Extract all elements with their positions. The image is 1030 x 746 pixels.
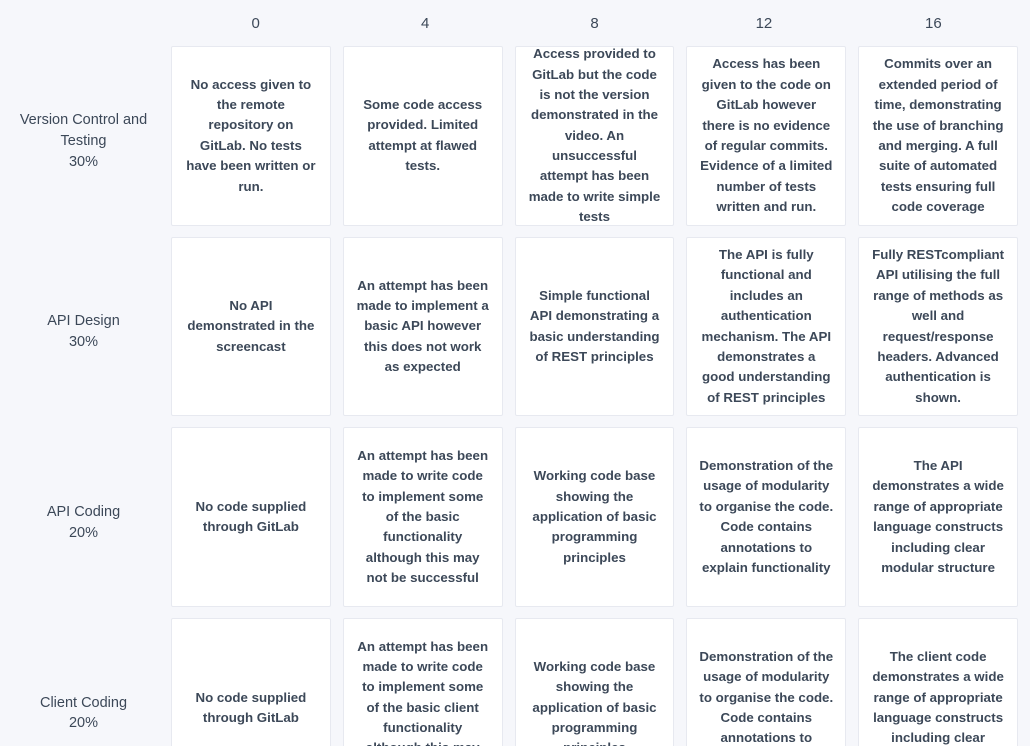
criterion-weight: 30%: [68, 153, 99, 170]
rubric-cell[interactable]: Simple functional API demonstrating a ba…: [514, 236, 675, 417]
rubric-cell[interactable]: Fully RESTcompliant API utilising the fu…: [858, 236, 1018, 417]
rubric-cell-text: Fully RESTcompliant API utilising the fu…: [872, 247, 1005, 405]
rubric-cell-text: Demonstration of the usage of modularity…: [699, 458, 834, 575]
rubric-row-api-design: API Design 30% No API demonstrated in th…: [0, 236, 1030, 428]
rubric-cell-text: The API is fully functional and includes…: [701, 247, 832, 405]
rubric-cell-text: No code supplied through GitLab: [195, 498, 307, 535]
rubric-header-row: 0 4 8 12 16: [0, 0, 1030, 46]
rubric-cell[interactable]: The client code demonstrates a wide rang…: [858, 618, 1018, 746]
rubric-cell[interactable]: An attempt has been made to write code t…: [342, 618, 503, 746]
rubric-cell[interactable]: No access given to the remote repository…: [171, 46, 331, 226]
criterion-name: API Design: [47, 313, 120, 330]
rubric-cell[interactable]: Demonstration of the usage of modularity…: [686, 427, 847, 608]
rubric-cell[interactable]: The API is fully functional and includes…: [686, 236, 847, 417]
criterion-label-api-design: API Design 30%: [0, 237, 171, 428]
rubric-cell-text: Access provided to GitLab but the code i…: [528, 46, 661, 225]
rubric-cell-text: An attempt has been made to write code t…: [357, 447, 489, 586]
rubric-cell[interactable]: An attempt has been made to write code t…: [342, 427, 503, 608]
rubric-cell-text: The client code demonstrates a wide rang…: [872, 648, 1004, 746]
score-header-0: 0: [251, 14, 260, 32]
rubric-cell[interactable]: Commits over an extended period of time,…: [858, 46, 1018, 226]
score-header-4: 4: [420, 14, 430, 32]
rubric-cell-text: Commits over an extended period of time,…: [872, 56, 1004, 214]
criterion-label-api-coding: API Coding 20%: [0, 427, 171, 618]
rubric-cell[interactable]: No code supplied through GitLab: [171, 618, 331, 746]
rubric-cell-text: Access has been given to the code on Git…: [700, 56, 833, 214]
rubric-cell[interactable]: Working code base showing the applicatio…: [514, 618, 675, 746]
criterion-weight: 20%: [68, 715, 99, 732]
criterion-label-version-control-and-testing: Version Control and Testing 30%: [0, 46, 171, 237]
score-header-16: 16: [924, 14, 942, 32]
criterion-name: Version Control and Testing: [19, 112, 148, 150]
rubric-cell-text: Working code base showing the applicatio…: [532, 658, 657, 746]
rubric-cell-text: No API demonstrated in the screencast: [187, 297, 315, 354]
criterion-level-cells: No code supplied through GitLab An attem…: [171, 618, 1030, 746]
rubric-cell[interactable]: Working code base showing the applicatio…: [514, 427, 675, 608]
rubric-cell-text: No code supplied through GitLab: [195, 689, 307, 725]
criterion-label-client-coding: Client Coding 20%: [0, 618, 171, 746]
rubric-cell-text: Working code base showing the applicatio…: [532, 468, 657, 565]
score-header-12: 12: [755, 14, 773, 32]
criterion-level-cells: No API demonstrated in the screencast An…: [171, 236, 1030, 428]
rubric-cell[interactable]: Access has been given to the code on Git…: [686, 46, 847, 226]
criterion-name: API Coding: [46, 504, 121, 521]
score-header-8: 8: [590, 14, 599, 32]
rubric-cell[interactable]: Access provided to GitLab but the code i…: [514, 46, 675, 226]
rubric-cell[interactable]: No code supplied through GitLab: [171, 427, 331, 608]
criterion-level-cells: No access given to the remote repository…: [171, 46, 1030, 237]
rubric-cell[interactable]: Demonstration of the usage of modularity…: [686, 618, 847, 746]
rubric-matrix: 0 4 8 12 16 Version Control and Testing …: [0, 0, 1030, 746]
rubric-cell[interactable]: No API demonstrated in the screencast: [171, 236, 331, 417]
rubric-cell-text: An attempt has been made to implement a …: [356, 277, 489, 375]
rubric-cell-text: The API demonstrates a wide range of app…: [872, 458, 1004, 575]
criterion-level-cells: No code supplied through GitLab An attem…: [171, 427, 1030, 618]
rubric-cell-text: An attempt has been made to write code t…: [357, 638, 489, 746]
rubric-cell-text: Simple functional API demonstrating a ba…: [529, 287, 660, 364]
rubric-cell[interactable]: An attempt has been made to implement a …: [342, 236, 503, 417]
rubric-row-version-control-and-testing: Version Control and Testing 30% No acces…: [0, 46, 1030, 237]
criterion-weight: 20%: [68, 524, 99, 541]
rubric-row-client-coding: Client Coding 20% No code supplied throu…: [0, 618, 1030, 746]
rubric-cell[interactable]: Some code access provided. Limited attem…: [342, 46, 503, 226]
rubric-row-api-coding: API Coding 20% No code supplied through …: [0, 427, 1030, 618]
criterion-name: Client Coding: [39, 694, 128, 711]
rubric-cell-text: Demonstration of the usage of modularity…: [699, 648, 834, 746]
score-header-cells: 0 4 8 12 16: [171, 15, 1030, 32]
rubric-cell[interactable]: The API demonstrates a wide range of app…: [858, 427, 1018, 608]
rubric-cell-text: No access given to the remote repository…: [186, 76, 316, 194]
rubric-body: Version Control and Testing 30% No acces…: [0, 46, 1030, 746]
criterion-weight: 30%: [68, 334, 99, 350]
rubric-cell-text: Some code access provided. Limited attem…: [363, 97, 483, 174]
